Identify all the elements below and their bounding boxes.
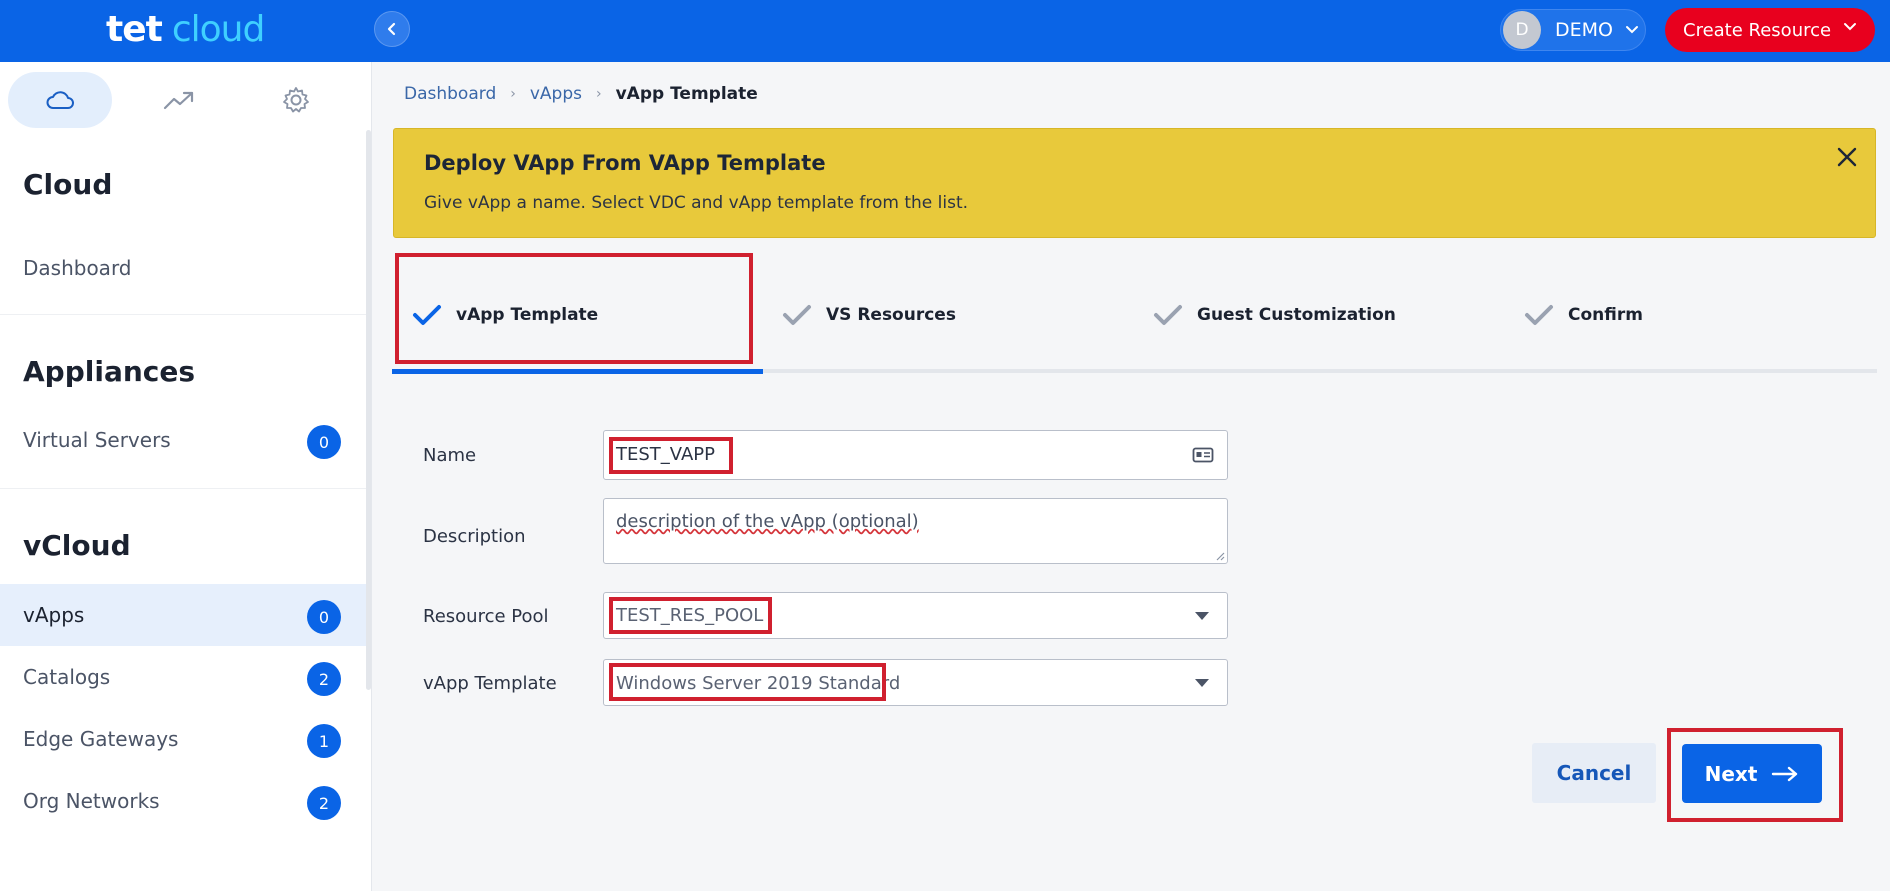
info-banner: Deploy VApp From VApp Template Give vApp…	[393, 128, 1876, 238]
steps-progress	[392, 369, 763, 374]
section-title-cloud: Cloud	[23, 168, 113, 201]
breadcrumb-separator-icon: ›	[510, 86, 516, 102]
count-badge: 0	[307, 425, 341, 459]
section-title-vcloud: vCloud	[23, 529, 131, 562]
resize-handle-icon[interactable]	[1215, 551, 1225, 561]
check-icon	[783, 305, 811, 325]
sidebar: Cloud Dashboard Appliances Virtual Serve…	[0, 62, 372, 891]
arrow-right-icon	[1772, 766, 1798, 781]
breadcrumb-link-dashboard[interactable]: Dashboard	[404, 84, 496, 104]
sidebar-item-virtual-servers[interactable]: Virtual Servers 0	[0, 409, 366, 471]
banner-title: Deploy VApp From VApp Template	[424, 151, 826, 175]
check-icon	[1525, 305, 1553, 325]
check-icon	[1154, 305, 1182, 325]
step-vs-resources[interactable]: VS Resources	[782, 295, 956, 335]
resource-pool-value: TEST_RES_POOL	[616, 605, 764, 626]
vapp-template-value: Windows Server 2019 Standard	[616, 673, 901, 694]
name-input[interactable]: TEST_VAPP	[603, 430, 1228, 480]
sidebar-scrollbar[interactable]	[366, 130, 371, 690]
count-badge: 0	[307, 600, 341, 634]
tet-cloud-logo[interactable]: tet cloud	[106, 8, 265, 52]
section-title-appliances: Appliances	[23, 355, 196, 388]
breadcrumb-link-vapps[interactable]: vApps	[530, 84, 582, 104]
cancel-button[interactable]: Cancel	[1532, 743, 1656, 803]
tab-analytics[interactable]	[127, 72, 231, 128]
step-confirm[interactable]: Confirm	[1524, 295, 1643, 335]
breadcrumb-separator-icon: ›	[595, 86, 602, 102]
description-label: Description	[423, 526, 526, 547]
step-vapp-template[interactable]: vApp Template	[412, 295, 598, 335]
contact-card-icon	[1192, 447, 1214, 463]
collapse-sidebar-button[interactable]	[374, 11, 410, 47]
avatar: D	[1503, 11, 1541, 49]
trend-icon	[163, 91, 194, 110]
user-menu[interactable]: D DEMO	[1500, 9, 1646, 51]
wizard-steps: vApp Template VS Resources Guest Customi…	[392, 250, 1877, 374]
chevron-down-icon	[1625, 26, 1638, 34]
close-icon[interactable]	[1833, 143, 1861, 171]
sidebar-item-dashboard[interactable]: Dashboard	[0, 237, 366, 299]
description-placeholder: description of the vApp (optional)	[616, 511, 919, 532]
tab-settings[interactable]	[244, 72, 348, 128]
create-resource-button[interactable]: Create Resource	[1665, 8, 1875, 52]
divider	[0, 314, 366, 315]
vapp-template-select[interactable]: Windows Server 2019 Standard	[603, 659, 1228, 706]
description-textarea[interactable]: description of the vApp (optional)	[603, 498, 1228, 564]
check-icon	[413, 305, 441, 325]
breadcrumb-current: vApp Template	[615, 84, 758, 104]
step-guest-customization[interactable]: Guest Customization	[1153, 295, 1396, 335]
name-value: TEST_VAPP	[616, 444, 715, 465]
count-badge: 1	[307, 724, 341, 758]
sidebar-item-edge-gateways[interactable]: Edge Gateways 1	[0, 708, 366, 770]
chevron-left-icon	[387, 22, 396, 36]
banner-text: Give vApp a name. Select VDC and vApp te…	[424, 193, 969, 213]
chevron-down-icon	[1844, 23, 1856, 31]
caret-down-icon	[1195, 612, 1209, 620]
top-bar: tet cloud D DEMO Create Resource	[0, 0, 1890, 62]
user-name: DEMO	[1555, 19, 1613, 41]
resource-pool-select[interactable]: TEST_RES_POOL	[603, 592, 1228, 639]
gear-icon	[283, 87, 309, 113]
caret-down-icon	[1195, 679, 1209, 687]
count-badge: 2	[307, 662, 341, 696]
sidebar-item-catalogs[interactable]: Catalogs 2	[0, 646, 366, 708]
divider	[0, 488, 366, 489]
count-badge: 2	[307, 786, 341, 820]
next-button[interactable]: Next	[1682, 744, 1822, 803]
breadcrumb: Dashboard › vApps › vApp Template	[404, 84, 758, 104]
sidebar-item-vapps[interactable]: vApps 0	[0, 584, 366, 646]
resource-pool-label: Resource Pool	[423, 606, 549, 627]
sidebar-tabs	[0, 62, 372, 144]
cloud-icon	[46, 91, 74, 109]
name-label: Name	[423, 445, 477, 466]
tab-cloud[interactable]	[8, 72, 112, 128]
sidebar-item-org-networks[interactable]: Org Networks 2	[0, 770, 366, 832]
vapp-template-label: vApp Template	[423, 673, 557, 694]
